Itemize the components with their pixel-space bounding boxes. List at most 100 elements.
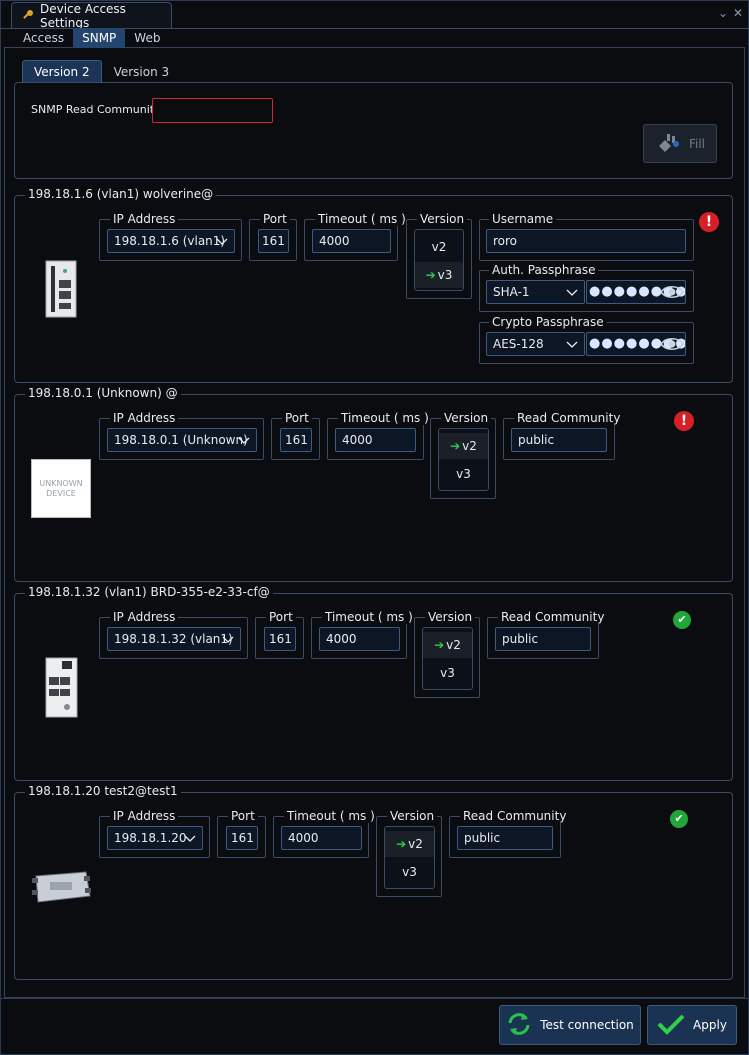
version-option-v3[interactable]: v3	[439, 461, 488, 487]
timeout-label: Timeout ( ms )	[315, 212, 409, 226]
crypto-protocol-value: AES-128	[493, 337, 544, 351]
device-image	[45, 657, 78, 718]
chevron-down-icon	[222, 636, 234, 643]
tab-version-2[interactable]: Version 2	[22, 60, 102, 83]
version-option-v3[interactable]: ➔ v3	[415, 262, 463, 288]
key-icon	[22, 9, 34, 24]
device-title: 198.18.1.32 (vlan1) BRD-355-e2-33-cf@	[25, 585, 273, 599]
timeout-label: Timeout ( ms )	[322, 610, 416, 624]
error-status-icon: !	[699, 212, 719, 232]
crypto-protocol-select[interactable]: AES-128	[486, 332, 585, 356]
error-status-icon: !	[674, 411, 694, 431]
auth-protocol-select[interactable]: SHA-1	[486, 280, 585, 304]
auth-passphrase-label: Auth. Passphrase	[489, 263, 599, 277]
version-label: Version	[387, 809, 438, 823]
unknown-device-image: UNKNOWN DEVICE	[31, 459, 91, 518]
version-option-v2[interactable]: ➔ v2	[385, 831, 434, 857]
ip-address-label: IP Address	[110, 411, 179, 425]
read-community-label: Read Community	[498, 610, 608, 624]
version-option-v3[interactable]: v3	[385, 859, 434, 885]
checkmark-icon	[657, 1013, 685, 1038]
chevron-down-icon	[238, 437, 250, 444]
version-list: ➔ v2 v3	[384, 826, 435, 889]
port-input[interactable]: 161	[258, 229, 289, 253]
read-community-input[interactable]: public	[457, 826, 553, 850]
port-label: Port	[228, 809, 258, 823]
window-title-tab: Device Access Settings	[11, 2, 172, 30]
check-status-icon: ✔	[670, 810, 688, 828]
ip-address-label: IP Address	[110, 610, 179, 624]
read-community-label: Read Community	[460, 809, 570, 823]
tab-web[interactable]: Web	[125, 28, 169, 48]
username-input[interactable]: roro	[486, 229, 686, 253]
eye-icon[interactable]	[660, 336, 684, 352]
check-status-icon: ✔	[673, 611, 691, 629]
snmp-read-community-label: SNMP Read Community	[31, 103, 161, 116]
snmp-read-community-input[interactable]	[152, 98, 273, 123]
ip-address-value: 198.18.1.20	[114, 831, 187, 845]
ip-address-select[interactable]: 198.18.0.1 (Unknown)	[107, 428, 257, 452]
timeout-input[interactable]: 4000	[319, 627, 400, 651]
port-label: Port	[260, 212, 290, 226]
version-option-v2[interactable]: ➔ v2	[423, 632, 472, 658]
ip-address-value: 198.18.0.1 (Unknown)	[114, 433, 248, 447]
version-option-v3[interactable]: v3	[423, 660, 472, 686]
ip-address-select[interactable]: 198.18.1.32 (vlan1)	[107, 627, 241, 651]
snmp-settings-panel	[14, 82, 733, 179]
version-label: Version	[441, 411, 492, 425]
device-image	[45, 260, 77, 318]
device-title: 198.18.0.1 (Unknown) @	[25, 386, 181, 400]
read-community-label: Read Community	[514, 411, 624, 425]
port-input[interactable]: 161	[280, 428, 312, 452]
chevron-down-icon	[216, 238, 228, 245]
read-community-input[interactable]: public	[495, 627, 591, 651]
port-input[interactable]: 161	[226, 826, 258, 850]
footer-divider	[0, 998, 749, 999]
timeout-input[interactable]: 4000	[335, 428, 416, 452]
main-tabs: Access SNMP Web	[14, 28, 169, 48]
port-input[interactable]: 161	[264, 627, 296, 651]
ip-address-label: IP Address	[110, 809, 179, 823]
timeout-label: Timeout ( ms )	[284, 809, 378, 823]
tab-snmp[interactable]: SNMP	[73, 28, 126, 48]
version-option-v2[interactable]: ➔ v2	[439, 433, 488, 459]
chevron-down-icon	[566, 289, 578, 296]
arrow-right-icon: ➔	[396, 837, 407, 851]
crypto-passphrase-label: Crypto Passphrase	[489, 315, 607, 329]
test-connection-label: Test connection	[540, 1018, 634, 1032]
plug-icon	[655, 132, 681, 155]
refresh-icon	[506, 1011, 532, 1040]
device-title: 198.18.1.6 (vlan1) wolverine@	[25, 187, 217, 201]
read-community-input[interactable]: public	[511, 428, 607, 452]
chevron-down-icon[interactable]: ⌄	[716, 6, 730, 20]
version-label: Version	[417, 212, 468, 226]
tab-version-3[interactable]: Version 3	[102, 60, 182, 84]
ip-address-select[interactable]: 198.18.1.6 (vlan1)	[107, 229, 235, 253]
apply-label: Apply	[693, 1018, 727, 1032]
test-connection-button[interactable]: Test connection	[499, 1005, 641, 1045]
version-label: Version	[425, 610, 476, 624]
fill-label: Fill	[688, 136, 706, 151]
username-label: Username	[489, 212, 557, 226]
port-label: Port	[266, 610, 296, 624]
timeout-input[interactable]: 4000	[312, 229, 391, 253]
fill-button[interactable]: Fill	[643, 124, 717, 163]
window-title: Device Access Settings	[40, 2, 126, 30]
eye-icon[interactable]	[660, 284, 684, 300]
ip-address-label: IP Address	[110, 212, 179, 226]
apply-button[interactable]: Apply	[647, 1005, 737, 1045]
timeout-input[interactable]: 4000	[281, 826, 362, 850]
tab-access[interactable]: Access	[14, 28, 73, 48]
chevron-down-icon	[566, 341, 578, 348]
arrow-right-icon: ➔	[434, 638, 445, 652]
ip-address-value: 198.18.1.6 (vlan1)	[114, 234, 226, 248]
version-list: v2 ➔ v3	[414, 229, 464, 291]
device-title: 198.18.1.20 test2@test1	[25, 784, 181, 798]
arrow-right-icon: ➔	[425, 268, 436, 282]
port-label: Port	[282, 411, 312, 425]
version-list: ➔ v2 v3	[438, 428, 489, 491]
ip-address-value: 198.18.1.32 (vlan1)	[114, 632, 233, 646]
version-option-v2[interactable]: v2	[415, 234, 463, 260]
close-icon[interactable]: ✕	[731, 6, 745, 20]
ip-address-select[interactable]: 198.18.1.20	[107, 826, 203, 850]
